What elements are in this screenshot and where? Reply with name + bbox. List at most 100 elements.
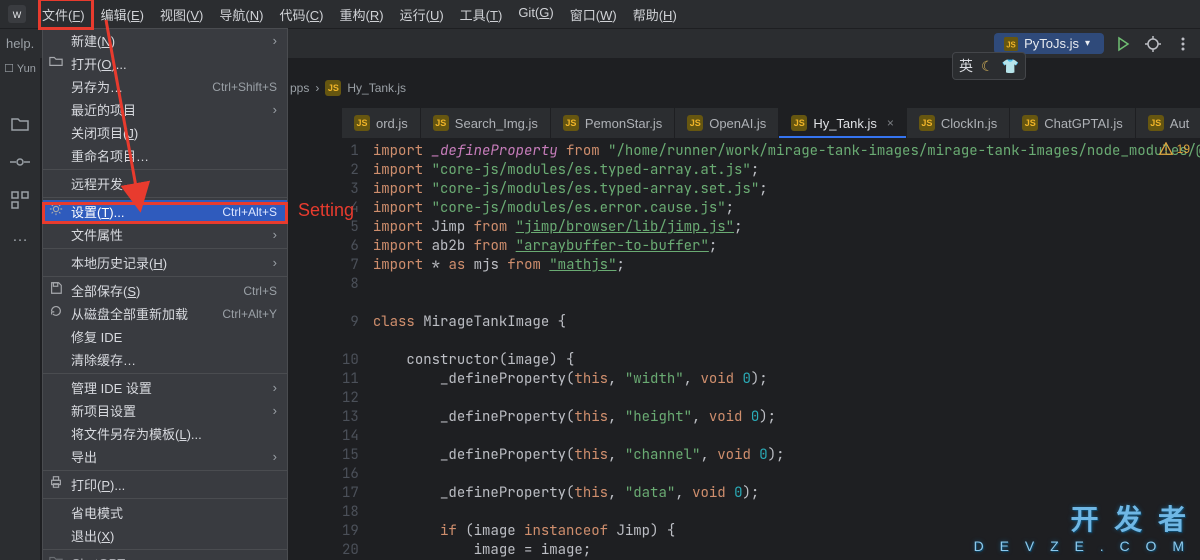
- menu-item-从磁盘全部重新加载[interactable]: 从磁盘全部重新加载Ctrl+Alt+Y: [43, 302, 287, 325]
- tab-ChatGPTAI.js[interactable]: JS ChatGPTAI.js: [1010, 108, 1136, 138]
- tab-ClockIn.js[interactable]: JS ClockIn.js: [907, 108, 1010, 138]
- menu-item-重命名项目…[interactable]: 重命名项目…: [43, 144, 287, 167]
- tab-ord.js[interactable]: JS ord.js: [342, 108, 421, 138]
- more-button[interactable]: [1172, 33, 1194, 55]
- tab-PemonStar.js[interactable]: JSPemonStar.js: [551, 108, 675, 138]
- tab-label: ClockIn.js: [941, 116, 997, 131]
- run-cluster: JS PyToJs.js ▾: [994, 33, 1194, 55]
- folder-icon: [49, 54, 65, 70]
- menu-separator: [43, 373, 287, 374]
- project-name: help.: [6, 36, 34, 51]
- menu-separator: [43, 197, 287, 198]
- tab-Hy_Tank.js[interactable]: JSHy_Tank.js×: [779, 108, 907, 138]
- code-editor[interactable]: 123456789101112131415161718192021 import…: [342, 138, 1200, 560]
- run-button[interactable]: [1112, 33, 1134, 55]
- editor-tabs: JSord.jsJSSearch_Img.jsJSPemonStar.jsJSO…: [342, 108, 1200, 138]
- menu-Git[interactable]: Git(G): [510, 1, 561, 28]
- tab-label: Aut: [1170, 116, 1190, 131]
- js-file-icon: JS: [687, 115, 703, 131]
- menu-item-另存为…[interactable]: 另存为…Ctrl+Shift+S: [43, 75, 287, 98]
- menu-编辑[interactable]: 编辑(E): [93, 1, 152, 28]
- debug-button[interactable]: [1142, 33, 1164, 55]
- menu-item-清除缓存…[interactable]: 清除缓存…: [43, 348, 287, 371]
- chevron-right-icon: ›: [273, 380, 277, 395]
- menu-separator: [43, 470, 287, 471]
- menu-item-本地历史记录[interactable]: 本地历史记录(H)›: [43, 251, 287, 274]
- js-file-icon: JS: [563, 115, 579, 131]
- breadcrumb-path[interactable]: pps › JS Hy_Tank.js: [290, 80, 406, 96]
- js-file-icon: JS: [354, 115, 370, 131]
- folder2-icon: [49, 554, 65, 560]
- menu-item-文件属性[interactable]: 文件属性›: [43, 223, 287, 246]
- menu-窗口[interactable]: 窗口(W): [562, 1, 625, 28]
- problems-count: 19: [1177, 142, 1190, 156]
- menu-item-退出[interactable]: 退出(X): [43, 524, 287, 547]
- moon-icon[interactable]: ☾: [981, 58, 994, 75]
- menu-separator: [43, 169, 287, 170]
- reload-icon: [49, 304, 65, 320]
- menu-item-新建[interactable]: 新建(N)›: [43, 29, 287, 52]
- menu-item-全部保存[interactable]: 全部保存(S)Ctrl+S: [43, 279, 287, 302]
- menu-item-修复 IDE[interactable]: 修复 IDE: [43, 325, 287, 348]
- menu-item-新项目设置[interactable]: 新项目设置›: [43, 399, 287, 422]
- chevron-right-icon: ›: [273, 255, 277, 270]
- menu-item-关闭项目[interactable]: 关闭项目(J): [43, 121, 287, 144]
- menu-运行[interactable]: 运行(U): [392, 1, 452, 28]
- structure-tool-icon[interactable]: [10, 190, 30, 210]
- menu-工具[interactable]: 工具(T): [452, 1, 511, 28]
- menu-item-打开[interactable]: 打开(O)...: [43, 52, 287, 75]
- run-config-label: PyToJs.js: [1024, 36, 1079, 51]
- menu-item-ChatGPT[interactable]: ChatGPT: [43, 552, 287, 560]
- commit-tool-icon[interactable]: [10, 152, 30, 172]
- js-file-icon: JS: [433, 115, 449, 131]
- menu-item-远程开发…[interactable]: 远程开发…: [43, 172, 287, 195]
- chevron-right-icon: ›: [273, 102, 277, 117]
- breadcrumb-file: Hy_Tank.js: [347, 81, 406, 95]
- problems-indicator[interactable]: 19: [1159, 142, 1190, 156]
- tab-Search_Img.js[interactable]: JSSearch_Img.js: [421, 108, 551, 138]
- js-file-icon: JS: [325, 80, 341, 96]
- close-icon[interactable]: ×: [887, 116, 894, 130]
- watermark: 开 发 者 D E V Z E . C O M: [974, 498, 1190, 554]
- menu-帮助[interactable]: 帮助(H): [625, 1, 685, 28]
- chevron-right-icon: ›: [315, 81, 319, 95]
- ime-lang[interactable]: 英: [959, 56, 973, 76]
- print-icon: [49, 475, 65, 491]
- ime-toolbar[interactable]: 英 ☾ 👕: [952, 52, 1026, 80]
- menu-item-管理 IDE 设置[interactable]: 管理 IDE 设置›: [43, 376, 287, 399]
- tab-label: ord.js: [376, 116, 408, 131]
- chevron-right-icon: ›: [273, 33, 277, 48]
- menu-separator: [43, 276, 287, 277]
- menu-item-将文件另存为模板[interactable]: 将文件另存为模板(L)...: [43, 422, 287, 445]
- gear-icon: [49, 202, 65, 218]
- rail-project-label: ☐ Yun: [0, 62, 40, 75]
- tab-label: OpenAI.js: [709, 116, 766, 131]
- code-area[interactable]: import _defineProperty from "/home/runne…: [373, 138, 1200, 560]
- app-logo: W: [8, 5, 26, 23]
- tab-label: Hy_Tank.js: [813, 116, 877, 131]
- menu-item-导出[interactable]: 导出›: [43, 445, 287, 468]
- menu-文件[interactable]: 文件(F): [34, 1, 93, 28]
- run-config-selector[interactable]: JS PyToJs.js ▾: [994, 33, 1104, 54]
- more-tool-icon[interactable]: …: [10, 228, 30, 248]
- tab-label: ChatGPTAI.js: [1044, 116, 1123, 131]
- tab-OpenAI.js[interactable]: JS OpenAI.js: [675, 108, 779, 138]
- menu-item-设置[interactable]: 设置(T)...Ctrl+Alt+S: [43, 200, 287, 223]
- shirt-icon[interactable]: 👕: [1002, 58, 1019, 75]
- chevron-right-icon: ›: [273, 449, 277, 464]
- menu-separator: [43, 498, 287, 499]
- menu-代码[interactable]: 代码(C): [271, 1, 331, 28]
- menu-重构[interactable]: 重构(R): [332, 1, 392, 28]
- project-tool-icon[interactable]: [10, 114, 30, 134]
- menu-item-省电模式[interactable]: 省电模式: [43, 501, 287, 524]
- js-file-icon: JS: [919, 115, 935, 131]
- menu-视图[interactable]: 视图(V): [152, 1, 211, 28]
- js-file-icon: JS: [1022, 115, 1038, 131]
- activity-rail: ☐ Yun …: [0, 58, 40, 560]
- menu-separator: [43, 248, 287, 249]
- menu-导航[interactable]: 导航(N): [211, 1, 271, 28]
- menu-item-打印[interactable]: 打印(P)...: [43, 473, 287, 496]
- chevron-right-icon: ›: [273, 227, 277, 242]
- menu-item-最近的项目[interactable]: 最近的项目›: [43, 98, 287, 121]
- tab-Aut[interactable]: JSAut: [1136, 108, 1200, 138]
